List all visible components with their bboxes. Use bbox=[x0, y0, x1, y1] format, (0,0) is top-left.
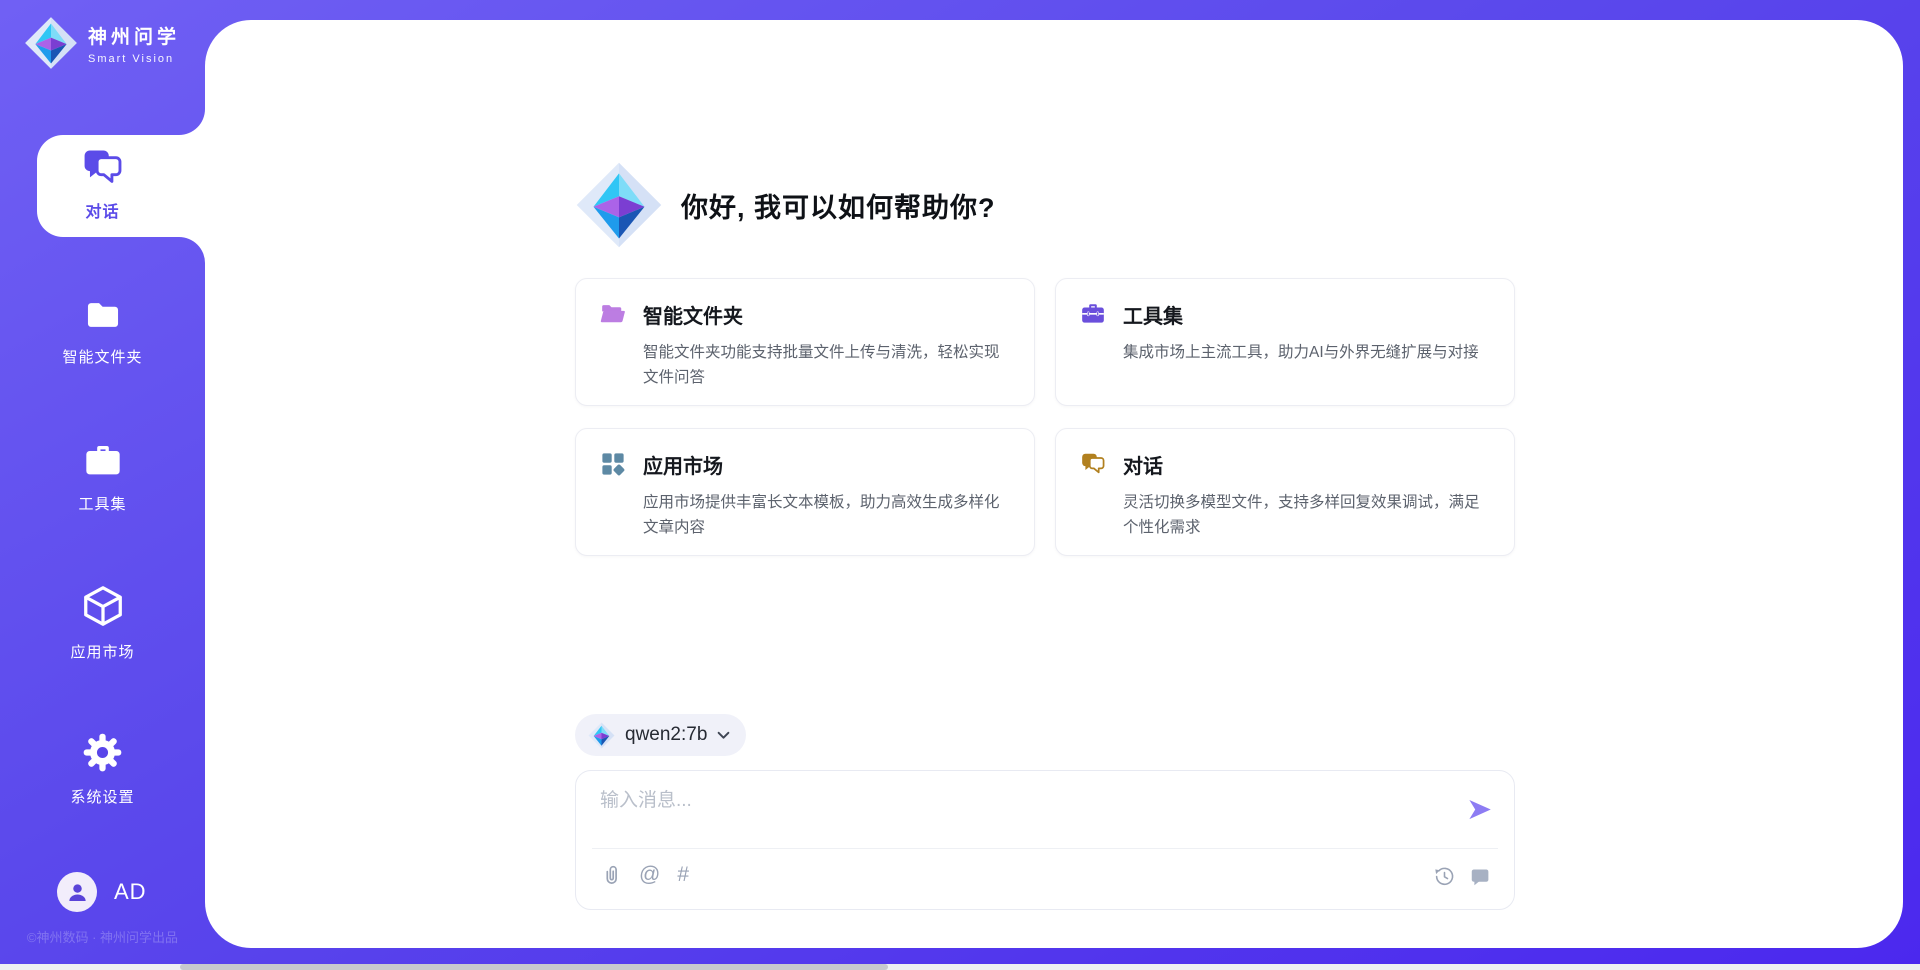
card-description: 应用市场提供丰富长文本模板，助力高效生成多样化文章内容 bbox=[643, 490, 1010, 540]
avatar bbox=[57, 872, 97, 912]
model-gem-icon bbox=[588, 722, 615, 749]
card-toolset[interactable]: 工具集 集成市场上主流工具，助力AI与外界无缝扩展与对接 bbox=[1055, 278, 1515, 406]
composer-toolbar-right bbox=[1433, 865, 1491, 888]
greeting-header: 你好, 我可以如何帮助你? bbox=[575, 161, 996, 249]
chevron-down-icon bbox=[717, 731, 730, 740]
folder-icon bbox=[84, 296, 122, 334]
card-title: 工具集 bbox=[1123, 300, 1479, 329]
mention-icon[interactable]: @ bbox=[639, 863, 660, 887]
gear-icon bbox=[81, 731, 124, 774]
message-composer: @ # bbox=[575, 770, 1515, 910]
greeting-text: 你好, 我可以如何帮助你? bbox=[681, 186, 996, 225]
toolbox-icon bbox=[1080, 301, 1106, 327]
card-description: 集成市场上主流工具，助力AI与外界无缝扩展与对接 bbox=[1123, 340, 1479, 365]
app-window: 神州问学 Smart Vision 对话 智能文件夹 工具集 应用市场 系统设置… bbox=[0, 0, 1920, 970]
user-initials: AD bbox=[114, 879, 147, 905]
history-icon[interactable] bbox=[1433, 865, 1456, 888]
card-chat[interactable]: 对话 灵活切换多模型文件，支持多样回复效果调试，满足个性化需求 bbox=[1055, 428, 1515, 556]
hash-icon[interactable]: # bbox=[677, 863, 689, 887]
chat-icon bbox=[81, 146, 124, 189]
model-selector[interactable]: qwen2:7b bbox=[575, 714, 746, 756]
sidebar-item-label: 智能文件夹 bbox=[0, 346, 205, 367]
chat-icon bbox=[1080, 451, 1106, 477]
chat-bubble-icon[interactable] bbox=[1470, 866, 1491, 887]
model-name: qwen2:7b bbox=[625, 724, 707, 746]
sidebar-item-settings[interactable]: 系统设置 bbox=[0, 731, 205, 807]
sidebar-item-smart-folder[interactable]: 智能文件夹 bbox=[0, 296, 205, 367]
scrollbar-thumb[interactable] bbox=[180, 964, 888, 970]
sidebar-item-app-market[interactable]: 应用市场 bbox=[0, 583, 205, 662]
brand-name: 神州问学 bbox=[88, 22, 180, 49]
horizontal-scrollbar bbox=[0, 964, 1920, 970]
feature-cards: 智能文件夹 智能文件夹功能支持批量文件上传与清洗，轻松实现文件问答 工具集 集成… bbox=[575, 278, 1515, 556]
card-smart-folder[interactable]: 智能文件夹 智能文件夹功能支持批量文件上传与清洗，轻松实现文件问答 bbox=[575, 278, 1035, 406]
card-description: 灵活切换多模型文件，支持多样回复效果调试，满足个性化需求 bbox=[1123, 490, 1490, 540]
paperclip-icon[interactable] bbox=[600, 863, 622, 887]
user-account[interactable]: AD bbox=[57, 872, 147, 912]
sidebar-item-label: 工具集 bbox=[0, 493, 205, 514]
card-title: 智能文件夹 bbox=[643, 300, 1010, 329]
card-app-market[interactable]: 应用市场 应用市场提供丰富长文本模板，助力高效生成多样化文章内容 bbox=[575, 428, 1035, 556]
person-icon bbox=[64, 879, 91, 906]
copyright-text: ©神州数码 · 神州问学出品 bbox=[0, 927, 205, 946]
brand-gem-icon bbox=[24, 16, 78, 70]
cube-icon bbox=[80, 583, 126, 629]
card-description: 智能文件夹功能支持批量文件上传与清洗，轻松实现文件问答 bbox=[643, 340, 1010, 390]
brand-subtitle: Smart Vision bbox=[88, 53, 180, 65]
message-input[interactable] bbox=[600, 785, 1430, 843]
toolbox-icon bbox=[83, 441, 123, 481]
apps-icon bbox=[600, 451, 626, 477]
sidebar-item-chat[interactable]: 对话 bbox=[0, 146, 205, 222]
brand-logo-block: 神州问学 Smart Vision bbox=[24, 16, 180, 70]
composer-toolbar-left: @ # bbox=[600, 863, 689, 887]
send-icon[interactable] bbox=[1466, 796, 1493, 823]
sidebar-item-label: 应用市场 bbox=[0, 641, 205, 662]
card-title: 应用市场 bbox=[643, 450, 1010, 479]
greeting-gem-icon bbox=[575, 161, 663, 249]
card-title: 对话 bbox=[1123, 450, 1490, 479]
folder-open-icon bbox=[600, 301, 626, 327]
sidebar-item-label: 对话 bbox=[0, 198, 205, 222]
composer-divider bbox=[592, 848, 1498, 849]
sidebar-item-label: 系统设置 bbox=[0, 786, 205, 807]
sidebar-item-toolset[interactable]: 工具集 bbox=[0, 441, 205, 514]
